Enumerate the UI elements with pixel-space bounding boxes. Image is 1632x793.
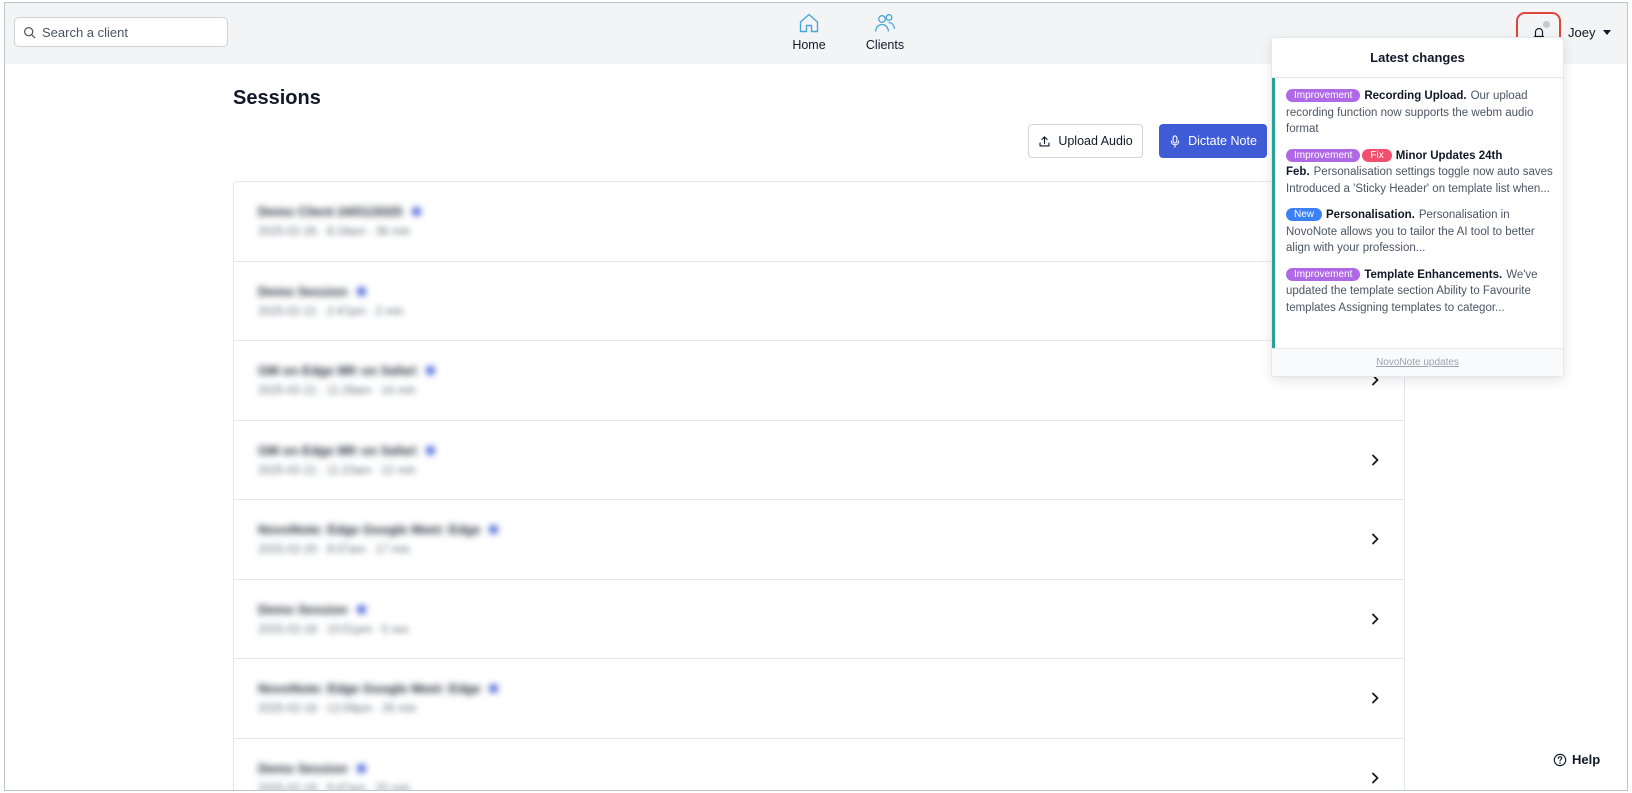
- session-row[interactable]: Demo Session 2025-02-18 · 9:47am · 20 min: [234, 739, 1404, 791]
- status-dot: [489, 525, 499, 534]
- change-item[interactable]: Improvement Recording Upload. Our upload r…: [1286, 88, 1553, 138]
- chevron-right-icon: [1372, 772, 1379, 783]
- session-row[interactable]: Demo Session 2025-02-18 · 10:51pm · 5 sec: [234, 580, 1404, 659]
- status-dot: [356, 604, 366, 614]
- changes-list: Improvement Recording Upload. Our upload r…: [1272, 78, 1563, 350]
- session-title: GM on Edge Mfr on Safari: [258, 442, 417, 458]
- session-title-wrap: NovoNote: Edge Google Meet: Edge: [258, 681, 499, 696]
- fix-badge: Fix: [1362, 148, 1392, 162]
- chevron-right-icon: [1372, 613, 1379, 624]
- change-item[interactable]: New Personalisation. Personalisation in No…: [1286, 207, 1553, 257]
- change-title: Recording Upload.: [1364, 90, 1467, 102]
- client-search[interactable]: [14, 17, 228, 47]
- change-title: Personalisation.: [1326, 209, 1415, 221]
- help-button[interactable]: Help: [1553, 752, 1600, 767]
- status-dot: [411, 207, 421, 216]
- nav-home[interactable]: Home: [785, 11, 833, 52]
- status-dot: [489, 684, 499, 693]
- improvement-badge: Improvement: [1286, 148, 1361, 162]
- session-row[interactable]: NovoNote: Edge Google Meet: Edge 2025-02-…: [234, 500, 1404, 580]
- improvement-badge: Improvement: [1286, 267, 1361, 281]
- change-title: Template Enhancements.: [1364, 268, 1503, 281]
- user-menu[interactable]: Joey: [1568, 25, 1612, 40]
- latest-changes-panel: Latest changes Improvement Recording Uplo…: [1271, 37, 1564, 377]
- change-text: Personalisation settings toggle now auto…: [1286, 166, 1553, 195]
- session-title-wrap: Demo Session: [258, 761, 366, 776]
- chevron-right-icon: [1372, 692, 1379, 704]
- change-item[interactable]: Improvement Fix Minor Updates 24th Feb. Per…: [1286, 148, 1553, 198]
- session-meta: 2025-02-26 · 8:18am · 36 min: [258, 226, 411, 238]
- session-meta: 2025-02-21 · 11:28am · 14 min: [258, 385, 416, 397]
- home-icon: [799, 13, 819, 33]
- session-title: Demo Session: [258, 760, 348, 776]
- session-title: NovoNote: Edge Google Meet: Edge: [258, 681, 481, 696]
- panel-footer: NovoNote updates: [1272, 348, 1563, 376]
- nav-home-label: Home: [792, 38, 826, 52]
- session-meta: 2025-02-18 · 9:47am · 20 min: [258, 782, 411, 791]
- improvement-badge: Improvement: [1286, 89, 1361, 102]
- session-meta: 2025-02-18 · 12:09pm · 26 min: [258, 703, 417, 715]
- session-meta: 2025-02-21 · 2:47pm · 2 min: [258, 305, 404, 318]
- search-input[interactable]: [42, 24, 212, 40]
- new-badge: New: [1286, 208, 1323, 221]
- session-title: Demo Session: [258, 283, 348, 299]
- upload-icon: [1039, 135, 1050, 147]
- session-title: NovoNote: Edge Google Meet: Edge: [258, 522, 481, 537]
- session-row[interactable]: Demo Session 2025-02-21 · 2:47pm · 2 min: [234, 262, 1404, 341]
- panel-title: Latest changes: [1272, 38, 1563, 78]
- session-title-wrap: Demo Session: [258, 602, 366, 617]
- status-dot: [425, 445, 435, 455]
- nav-clients[interactable]: Clients: [861, 11, 909, 52]
- notification-dot: [1543, 21, 1550, 28]
- chevron-right-icon: [1372, 454, 1379, 465]
- page-title: Sessions: [233, 87, 321, 109]
- session-title-wrap: Demo Session: [258, 284, 366, 299]
- help-icon: [1553, 753, 1567, 766]
- dictate-note-label: Dictate Note: [1188, 134, 1257, 148]
- status-dot: [356, 286, 366, 296]
- session-row[interactable]: GM on Edge Mfr on Safari 2025-02-21 · 11:…: [234, 341, 1404, 421]
- session-title-wrap: GM on Edge Mfr on Safari: [258, 363, 435, 378]
- nav-clients-label: Clients: [865, 38, 905, 52]
- session-title: GM on Edge Mfr on Safari: [258, 363, 417, 378]
- microphone-icon: [1170, 134, 1180, 148]
- session-row[interactable]: NovoNote: Edge Google Meet: Edge 2025-02-…: [234, 659, 1404, 739]
- search-icon: [24, 26, 36, 38]
- dictate-note-button[interactable]: Dictate Note: [1159, 124, 1267, 158]
- session-meta: 2025-02-18 · 10:51pm · 5 sec: [258, 623, 410, 636]
- session-meta: 2025-02-20 · 8:07am · 17 min: [258, 544, 411, 556]
- session-title-wrap: GM on Edge Mfr on Safari: [258, 443, 435, 458]
- sessions-list: Demo Client 24/01/2025 2025-02-26 · 8:18a…: [233, 181, 1405, 791]
- status-dot: [425, 366, 435, 375]
- session-title-wrap: NovoNote: Edge Google Meet: Edge: [258, 522, 499, 537]
- chevron-right-icon: [1372, 533, 1379, 545]
- novonote-updates-link[interactable]: NovoNote updates: [1376, 357, 1459, 368]
- users-icon: [874, 14, 896, 32]
- app-window: Home Clients Joey Sessions Upload Audio …: [4, 2, 1628, 791]
- session-title: Demo Client 24/01/2025: [258, 204, 403, 219]
- user-name: Joey: [1568, 25, 1596, 40]
- session-row[interactable]: GM on Edge Mfr on Safari 2025-02-21 · 11:…: [234, 421, 1404, 500]
- session-row[interactable]: Demo Client 24/01/2025 2025-02-26 · 8:18a…: [234, 182, 1404, 262]
- change-item[interactable]: Improvement Template Enhancements. We've u…: [1286, 267, 1553, 317]
- upload-audio-label: Upload Audio: [1058, 134, 1133, 148]
- caret-down-icon: [1603, 30, 1612, 35]
- main-nav: Home Clients: [785, 11, 909, 52]
- upload-audio-button[interactable]: Upload Audio: [1028, 124, 1143, 158]
- session-meta: 2025-02-21 · 11:23am · 12 min: [258, 464, 416, 477]
- status-dot: [356, 763, 366, 773]
- session-title-wrap: Demo Client 24/01/2025: [258, 204, 421, 219]
- session-title: Demo Session: [258, 601, 348, 617]
- help-label: Help: [1572, 752, 1601, 767]
